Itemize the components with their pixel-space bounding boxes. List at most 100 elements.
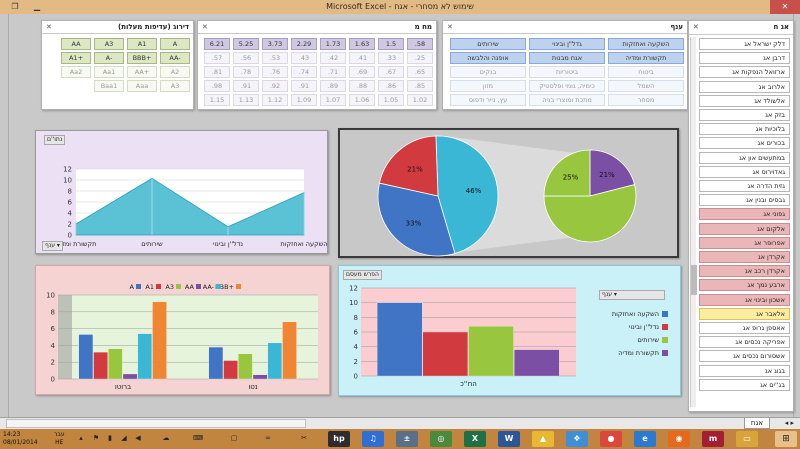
duration-option[interactable]: .42 [320, 52, 346, 64]
duration-option[interactable]: 1.13 [233, 94, 259, 106]
branch-bar-filter-button[interactable]: ענף ▾ [599, 290, 665, 300]
bond-list-item[interactable]: אקרדן אג [699, 251, 790, 263]
calculator-icon[interactable]: ± [396, 431, 418, 447]
rating-option[interactable]: A1+ [61, 52, 91, 64]
rating-option[interactable]: A3 [160, 80, 190, 92]
bond-list-item[interactable]: בגוג אג [699, 364, 790, 377]
duration-option[interactable]: 1.15 [204, 94, 230, 106]
bond-list-item[interactable]: בלוכיות אג [699, 123, 790, 136]
maximize-button[interactable]: ❐ [4, 0, 26, 14]
bond-list-item[interactable]: ארזואל הנפקות אג [699, 66, 790, 79]
duration-option[interactable]: .78 [233, 66, 259, 78]
branch-option[interactable]: ביטוריות [529, 66, 605, 78]
bond-list-item[interactable]: אאספן גרופ אג [699, 322, 790, 334]
duration-option[interactable]: .89 [320, 80, 346, 92]
duration-option[interactable]: .91 [291, 80, 317, 92]
scrollbar-thumb[interactable] [691, 265, 697, 295]
duration-option[interactable]: .69 [349, 66, 375, 78]
tools-icon[interactable]: ✂ [298, 433, 310, 444]
rating-option[interactable]: A- [94, 52, 124, 64]
language-indicator[interactable]: עבר HE [54, 431, 65, 447]
rating-option[interactable]: Aa1 [94, 66, 124, 78]
horizontal-scrollbar[interactable] [6, 419, 306, 428]
minimize-button[interactable]: ▁ [26, 0, 48, 14]
clear-filter-icon[interactable]: ✕ [202, 23, 208, 31]
sheet-tab-agach[interactable]: אגח [744, 418, 770, 429]
bond-list-item[interactable]: דרבן אג [699, 52, 790, 65]
branch-option[interactable]: השמל [608, 80, 684, 92]
clear-filter-icon[interactable]: ✕ [447, 23, 453, 31]
drive-icon[interactable]: ▲ [532, 431, 554, 447]
branch-option[interactable]: אופנה והלבשה [450, 52, 526, 64]
bond-list-item[interactable]: אלאבר אג [699, 307, 790, 320]
duration-option[interactable]: 1.73 [320, 38, 346, 50]
duration-option[interactable]: .33 [378, 52, 404, 64]
duration-option[interactable]: 3.73 [262, 38, 288, 50]
flag-icon[interactable]: ⚑ [90, 433, 102, 444]
cloud-icon[interactable]: ☁ [160, 433, 172, 444]
branch-option[interactable]: השקעה ואחזקות [608, 38, 684, 50]
branch-option[interactable]: אגח מבנות [529, 52, 605, 64]
duration-option[interactable]: .86 [378, 80, 404, 92]
duration-option[interactable]: .41 [349, 52, 375, 64]
duration-option[interactable]: 2.29 [291, 38, 317, 50]
branch-option[interactable]: ביטוח [608, 66, 684, 78]
tray-arrow-icon[interactable]: ▴ [75, 433, 87, 444]
keyboard-icon[interactable]: ⌨ [192, 433, 204, 444]
bond-list-item[interactable]: אפרופר אג [699, 236, 790, 249]
rating-option[interactable]: Aaa [127, 80, 157, 92]
excel-icon[interactable]: X [464, 431, 486, 447]
bond-list-item[interactable]: אלקום אג [699, 222, 790, 235]
tablet-icon[interactable]: ▢ [228, 433, 240, 444]
duration-option[interactable]: .91 [233, 80, 259, 92]
itunes-icon[interactable]: ♫ [362, 431, 384, 447]
rating-option[interactable]: AA [61, 38, 91, 50]
duration-option[interactable]: 1.63 [349, 38, 375, 50]
battery-icon[interactable]: ▮ [104, 433, 116, 444]
bond-list-item[interactable]: במתעשים און אג [699, 151, 790, 164]
dropbox-icon[interactable]: ❖ [566, 431, 588, 447]
compass-icon[interactable]: ◎ [430, 431, 452, 447]
duration-option[interactable]: .76 [262, 66, 288, 78]
bond-list-item[interactable]: אפריקה נכסים אג [699, 336, 790, 349]
close-button[interactable]: ✕ [770, 0, 800, 14]
rating-option[interactable]: BBB+ [127, 52, 157, 64]
duration-option[interactable]: .25 [407, 52, 433, 64]
bond-list-item[interactable]: אלרוב אג [699, 80, 790, 93]
area-chart-filter-button[interactable]: ענף ▾ [42, 241, 63, 251]
branch-option[interactable]: כימיה, גומי ופלסטיק [529, 80, 605, 92]
duration-option[interactable]: .53 [262, 52, 288, 64]
rating-option[interactable]: A1 [127, 38, 157, 50]
duration-option[interactable]: 1.09 [291, 94, 317, 106]
start-button[interactable]: ⊞ [775, 431, 797, 447]
duration-option[interactable]: .58 [407, 38, 433, 50]
rating-option[interactable]: A [160, 38, 190, 50]
branch-option[interactable]: עץ, נייר ודפוס [450, 94, 526, 106]
duration-option[interactable]: .57 [204, 52, 230, 64]
duration-option[interactable]: .43 [291, 52, 317, 64]
bond-list-item[interactable]: גבסים ובנין אג [699, 194, 790, 207]
clock[interactable]: 14:23 08/01/2014 [3, 431, 38, 447]
rating-option[interactable]: A3 [94, 38, 124, 50]
bond-list-item[interactable]: בזק אג [699, 109, 790, 121]
duration-option[interactable]: 6.21 [204, 38, 230, 50]
hp-icon[interactable]: hp [328, 431, 350, 447]
folder-icon[interactable]: ▭ [736, 431, 758, 447]
duration-option[interactable]: 1.12 [262, 94, 288, 106]
list-scrollbar[interactable] [690, 37, 697, 407]
branch-option[interactable]: מסחר [608, 94, 684, 106]
bond-list-item[interactable]: בג''ים אג [699, 378, 790, 391]
bond-list-item[interactable]: אשכון ובינוי אג [699, 293, 790, 306]
duration-option[interactable]: .56 [233, 52, 259, 64]
duration-option[interactable]: .98 [204, 80, 230, 92]
duration-option[interactable]: .67 [378, 66, 404, 78]
mendeley-icon[interactable]: m [702, 431, 724, 447]
duration-option[interactable]: 1.06 [349, 94, 375, 106]
rating-option[interactable]: AA- [160, 52, 190, 64]
chrome-icon[interactable]: ● [600, 431, 622, 447]
duration-option[interactable]: 1.02 [407, 94, 433, 106]
infinity-icon[interactable]: ∞ [262, 433, 274, 444]
duration-option[interactable]: .88 [349, 80, 375, 92]
duration-option[interactable]: 1.05 [378, 94, 404, 106]
duration-option[interactable]: .81 [204, 66, 230, 78]
